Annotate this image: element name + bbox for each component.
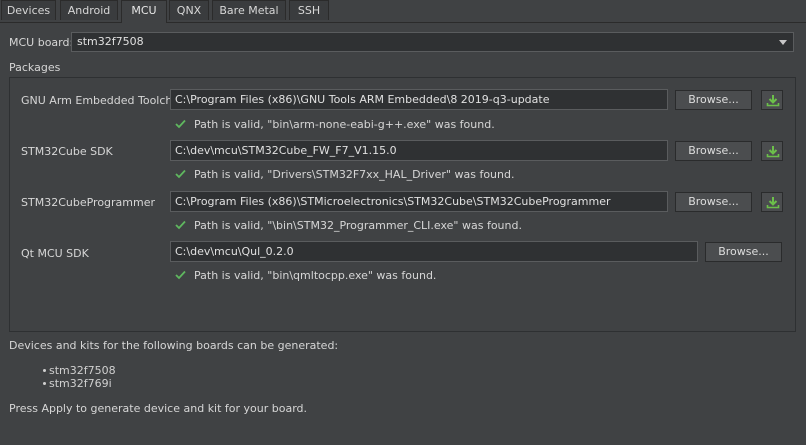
tab-devices[interactable]: Devices — [1, 0, 56, 20]
bullet-icon — [43, 369, 46, 372]
mcu-board-selected-value: stm32f7508 — [77, 35, 144, 48]
status-stm32cube-sdk: Path is valid, "Drivers\STM32F7xx_HAL_Dr… — [175, 168, 575, 182]
path-input-qt-mcu-sdk[interactable]: C:\dev\mcu\Qul_0.2.0 — [170, 241, 698, 262]
package-name-gnu-arm: GNU Arm Embedded Toolchain — [21, 94, 190, 107]
board-name: stm32f769i — [49, 377, 112, 390]
status-qt-mcu-sdk: Path is valid, "bin\qmltocpp.exe" was fo… — [175, 269, 575, 283]
status-message-gnu-arm: Path is valid, "bin\arm-none-eabi-g++.ex… — [194, 118, 495, 131]
download-icon — [766, 197, 780, 209]
status-message-stm32cube-sdk: Path is valid, "Drivers\STM32F7xx_HAL_Dr… — [194, 168, 515, 181]
status-gnu-arm: Path is valid, "bin\arm-none-eabi-g++.ex… — [175, 118, 575, 132]
tab-bare-metal[interactable]: Bare Metal — [212, 0, 286, 20]
status-stm32cubeprogrammer: Path is valid, "\bin\STM32_Programmer_CL… — [175, 219, 575, 233]
check-icon — [175, 270, 186, 280]
footer-hint: Press Apply to generate device and kit f… — [9, 402, 308, 415]
tab-qnx[interactable]: QNX — [169, 0, 209, 20]
status-message-stm32cubeprogrammer: Path is valid, "\bin\STM32_Programmer_CL… — [194, 219, 522, 232]
package-name-stm32cube-sdk: STM32Cube SDK — [21, 145, 113, 158]
tab-mcu[interactable]: MCU — [121, 0, 167, 23]
tab-android[interactable]: Android — [60, 0, 118, 20]
path-input-gnu-arm[interactable]: C:\Program Files (x86)\GNU Tools ARM Emb… — [170, 89, 668, 110]
package-name-stm32cubeprogrammer: STM32CubeProgrammer — [21, 196, 156, 209]
download-button-stm32cube-sdk[interactable] — [761, 141, 783, 161]
status-message-qt-mcu-sdk: Path is valid, "bin\qmltocpp.exe" was fo… — [194, 269, 437, 282]
path-input-stm32cube-sdk[interactable]: C:\dev\mcu\STM32Cube_FW_F7_V1.15.0 — [170, 140, 668, 161]
tab-ssh[interactable]: SSH — [289, 0, 329, 20]
board-name: stm32f7508 — [49, 364, 116, 377]
check-icon — [175, 220, 186, 230]
bullet-icon — [43, 382, 46, 385]
mcu-board-label: MCU board: — [9, 36, 74, 49]
download-button-gnu-arm[interactable] — [761, 90, 783, 110]
path-input-stm32cubeprogrammer[interactable]: C:\Program Files (x86)\STMicroelectronic… — [170, 191, 668, 212]
download-icon — [766, 95, 780, 107]
check-icon — [175, 119, 186, 129]
boards-info-text: Devices and kits for the following board… — [9, 339, 339, 352]
browse-button-stm32cubeprogrammer[interactable]: Browse... — [675, 192, 752, 212]
download-button-stm32cubeprogrammer[interactable] — [761, 192, 783, 212]
tab-bar: Devices Android MCU QNX Bare Metal SSH — [0, 0, 806, 23]
download-icon — [766, 146, 780, 158]
check-icon — [175, 169, 186, 179]
mcu-board-select[interactable]: stm32f7508 — [71, 32, 794, 52]
chevron-down-icon — [779, 40, 787, 45]
browse-button-qt-mcu-sdk[interactable]: Browse... — [705, 242, 782, 262]
package-name-qt-mcu-sdk: Qt MCU SDK — [21, 247, 89, 260]
browse-button-stm32cube-sdk[interactable]: Browse... — [675, 141, 752, 161]
browse-button-gnu-arm[interactable]: Browse... — [675, 90, 752, 110]
packages-title: Packages — [9, 61, 61, 74]
